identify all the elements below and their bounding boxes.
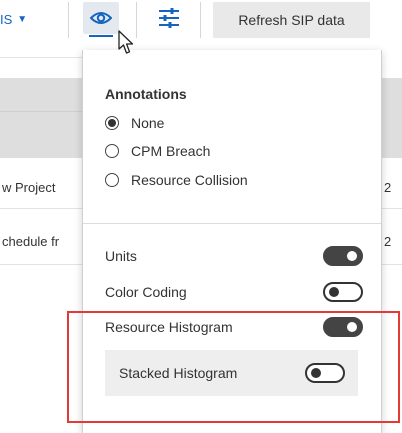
grid-cell: 2 <box>384 234 392 249</box>
toolbar: IS ▼ Refresh SIP data <box>0 0 402 42</box>
view-options-button[interactable] <box>83 2 119 37</box>
color-coding-toggle[interactable] <box>323 282 363 302</box>
grid-cell[interactable]: chedule fr <box>2 234 82 249</box>
units-label: Units <box>105 248 137 264</box>
toolbar-divider <box>136 2 137 38</box>
annotations-heading: Annotations <box>105 86 187 102</box>
annotation-option-none[interactable]: None <box>105 112 164 134</box>
color-coding-label: Color Coding <box>105 284 187 300</box>
eye-icon <box>90 12 112 24</box>
popup-divider <box>83 223 381 224</box>
settings-button[interactable] <box>150 3 188 33</box>
view-dropdown[interactable]: IS ▼ <box>0 9 27 29</box>
grid-divider <box>382 208 402 209</box>
radio-button[interactable] <box>105 173 119 187</box>
units-setting: Units <box>105 243 363 269</box>
radio-button[interactable] <box>105 116 119 130</box>
grid-divider <box>0 264 82 265</box>
grid-divider <box>0 208 82 209</box>
highlight-box <box>67 311 400 423</box>
grid-header <box>0 78 82 158</box>
color-coding-setting: Color Coding <box>105 279 363 305</box>
toolbar-divider <box>200 2 201 38</box>
caret-down-icon: ▼ <box>17 13 28 25</box>
grid-divider <box>0 57 82 58</box>
annotation-option-resource-collision[interactable]: Resource Collision <box>105 169 248 191</box>
mouse-pointer-icon <box>118 30 134 54</box>
sliders-icon <box>159 8 179 28</box>
radio-label: CPM Breach <box>131 143 211 159</box>
radio-button[interactable] <box>105 144 119 158</box>
grid-header <box>382 78 402 158</box>
refresh-sip-data-button[interactable]: Refresh SIP data <box>213 2 370 38</box>
grid-cell[interactable]: w Project <box>2 180 82 195</box>
view-dropdown-label: IS <box>0 11 13 27</box>
radio-label: None <box>131 115 165 131</box>
radio-label: Resource Collision <box>131 172 248 188</box>
grid-cell: 2 <box>384 180 392 195</box>
toolbar-divider <box>68 2 69 38</box>
grid-divider <box>382 264 402 265</box>
annotation-option-cpm-breach[interactable]: CPM Breach <box>105 140 210 162</box>
units-toggle[interactable] <box>323 246 363 266</box>
